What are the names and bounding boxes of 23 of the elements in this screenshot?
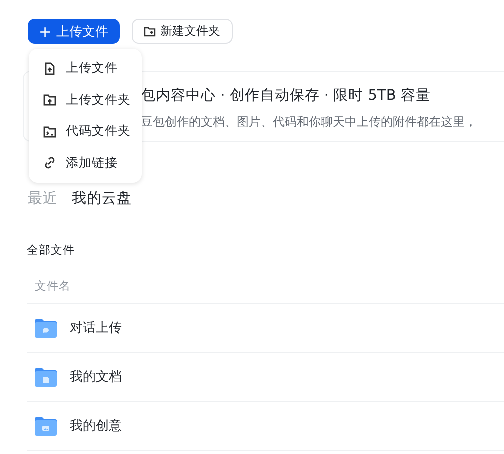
link-icon <box>43 156 57 170</box>
tab[interactable]: 我的云盘 <box>72 189 132 208</box>
menu-item[interactable]: 上传文件 <box>29 53 142 84</box>
image-folder-icon <box>35 416 57 436</box>
folder-upload-icon <box>43 93 57 108</box>
file-name[interactable]: 我的文档 <box>70 368 122 386</box>
menu-item[interactable]: 添加链接 <box>29 148 142 179</box>
file-name[interactable]: 对话上传 <box>70 319 122 337</box>
column-header: 文件名 <box>35 279 71 293</box>
code-folder-icon <box>43 124 57 139</box>
banner-title: 包内容中心 · 创作自动保存 · 限时 5TB 容量 <box>141 86 431 105</box>
chat-folder-icon <box>35 318 57 338</box>
file-upload-icon <box>43 62 57 76</box>
section-title: 全部文件 <box>27 243 76 258</box>
plus-icon: + <box>39 22 52 40</box>
menu-item[interactable]: 上传文件夹 <box>29 84 142 116</box>
document-folder-icon <box>35 368 57 386</box>
new-folder-button[interactable]: 新建文件夹 <box>132 19 233 44</box>
menu-item[interactable]: 代码文件夹 <box>29 116 142 148</box>
file-name[interactable]: 我的创意 <box>70 417 122 435</box>
upload-button[interactable]: + 上传文件 <box>28 19 120 44</box>
banner-subtitle: 豆包创作的文档、图片、代码和你聊天中上传的附件都在这里， <box>141 114 477 131</box>
folder-plus-icon <box>144 26 156 38</box>
